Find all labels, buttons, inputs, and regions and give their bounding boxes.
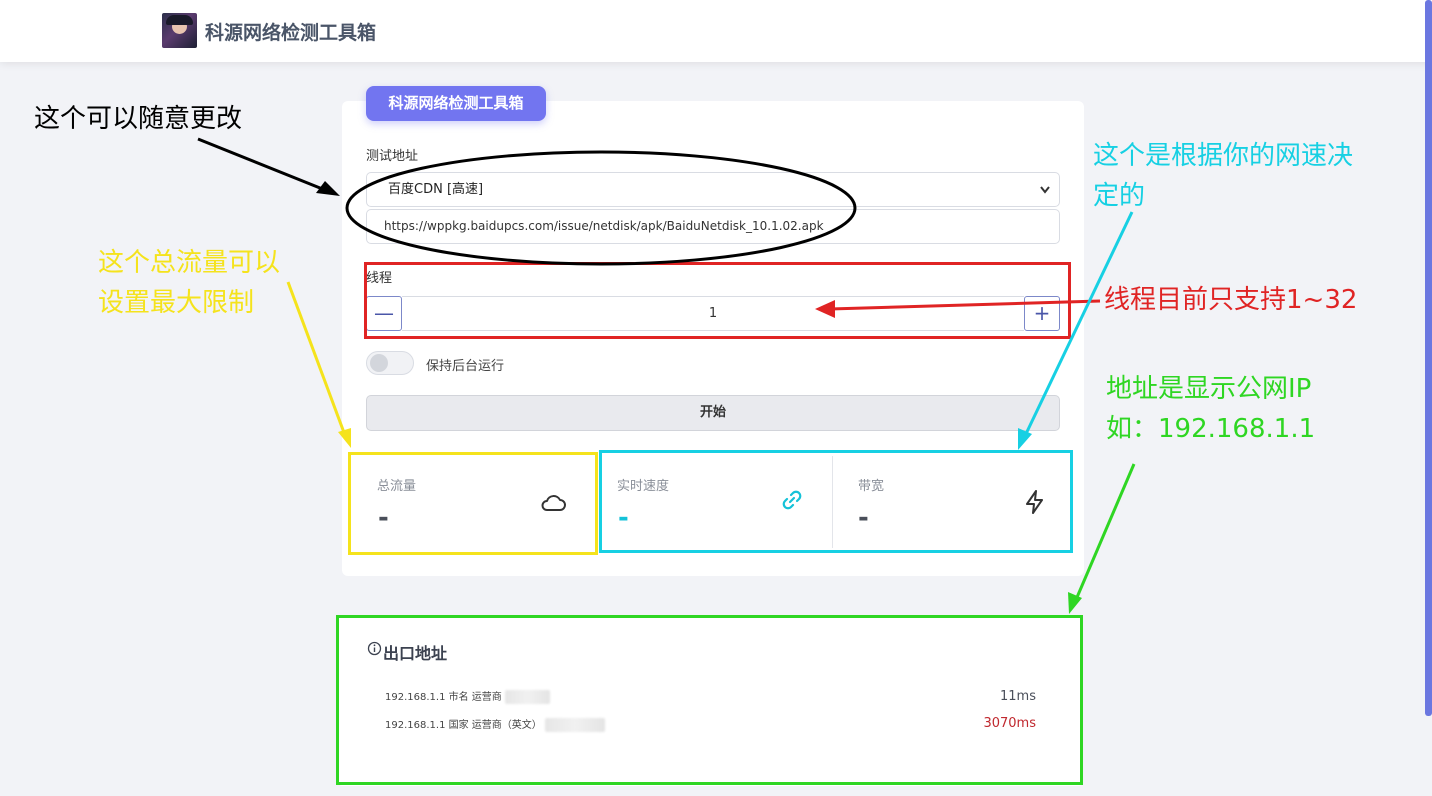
background-run-label: 保持后台运行: [426, 359, 505, 374]
annotation-ip-note: 地址是显示公网IP: [1106, 374, 1312, 404]
address-url-input[interactable]: https://wppkg.baidupcs.com/issue/netdisk…: [366, 209, 1060, 244]
annotation-speed-note: 定的: [1093, 181, 1146, 211]
annotation-box-speed: [599, 450, 1073, 553]
annotation-edit-note: 这个可以随意更改: [34, 104, 243, 134]
avatar-logo-icon[interactable]: [162, 13, 197, 48]
scrollbar[interactable]: [1425, 0, 1432, 716]
address-select[interactable]: 百度CDN [高速]: [366, 172, 1060, 207]
start-button[interactable]: 开始: [366, 395, 1060, 431]
annotation-threads-note: 线程目前只支持1~32: [1104, 285, 1358, 315]
annotation-traffic-note: 这个总流量可以: [98, 248, 281, 278]
annotation-speed-note: 这个是根据你的网速决: [1093, 141, 1354, 171]
annotation-box-traffic: [348, 452, 598, 555]
background-run-toggle[interactable]: [366, 351, 414, 375]
toggle-knob: [370, 354, 388, 372]
annotation-box-exit: [336, 615, 1083, 785]
panel-tab[interactable]: 科源网络检测工具箱: [366, 86, 546, 121]
address-select-value: 百度CDN [高速]: [388, 182, 484, 197]
address-label: 测试地址: [366, 149, 419, 164]
annotation-box-threads: [364, 262, 1071, 339]
annotation-ip-note: 如：192.168.1.1: [1106, 414, 1316, 444]
annotation-traffic-note: 设置最大限制: [98, 288, 255, 318]
site-title[interactable]: 科源网络检测工具箱: [205, 18, 376, 45]
